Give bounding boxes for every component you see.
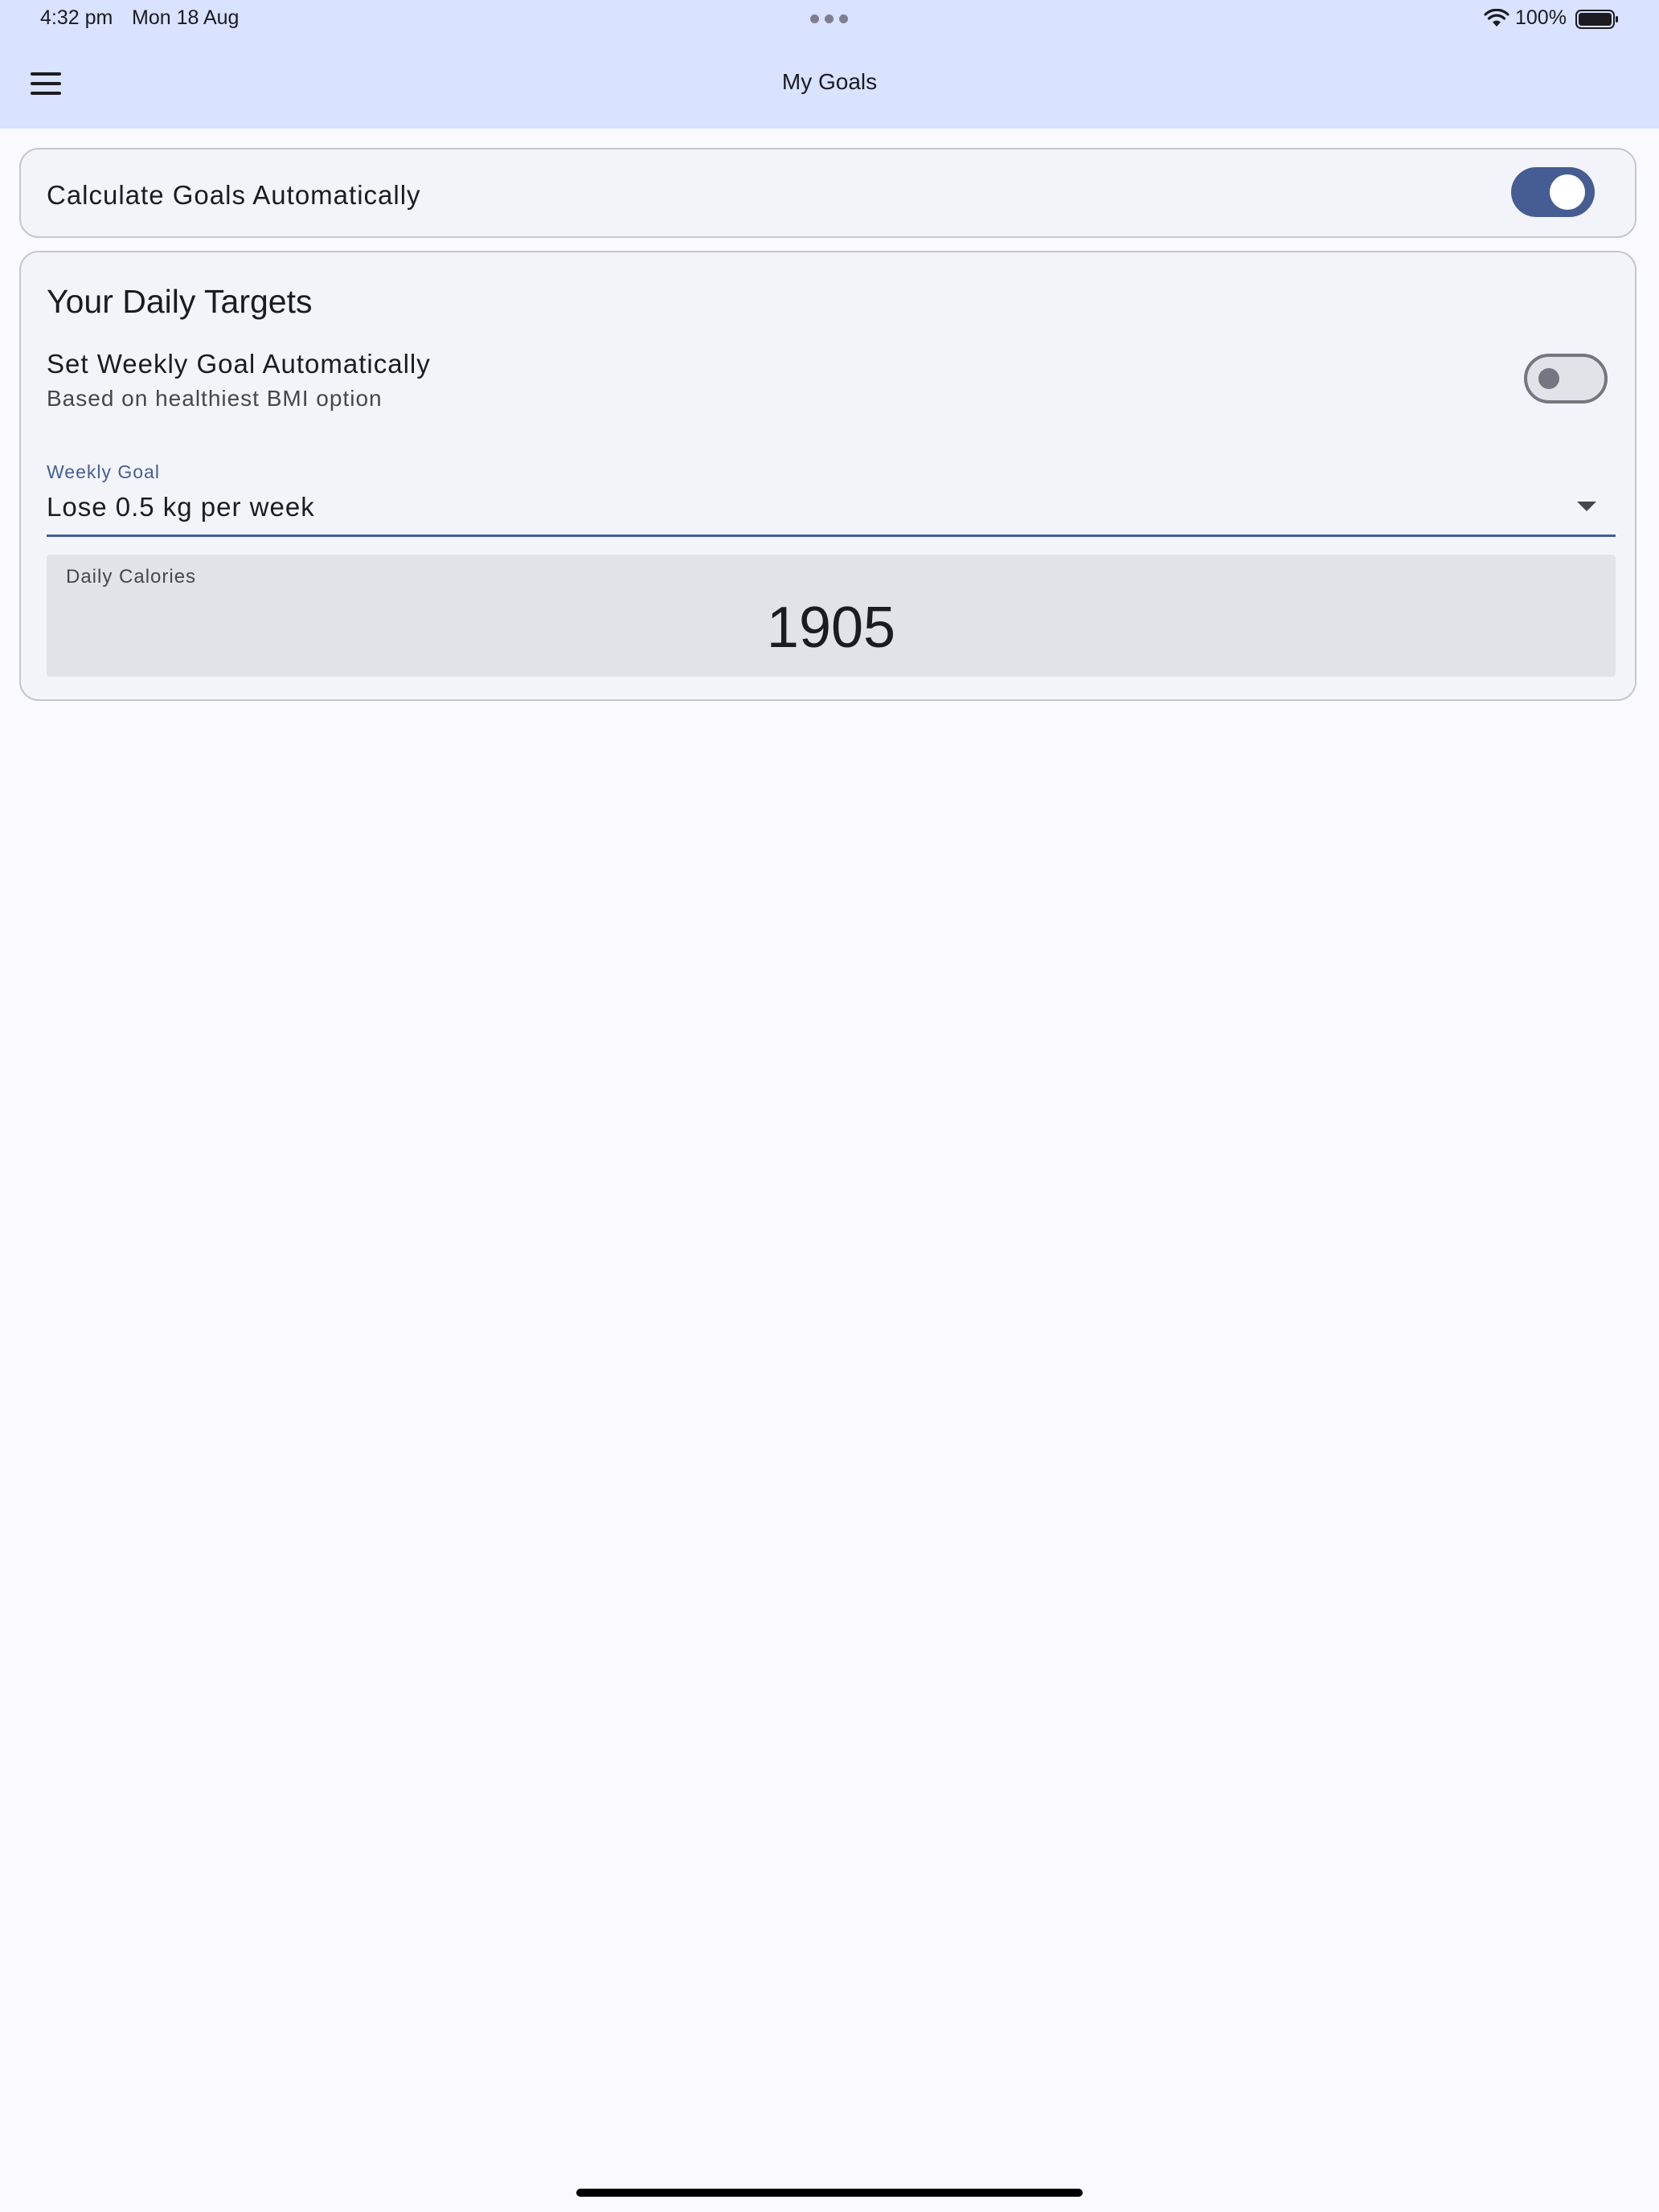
- auto-goals-card: Calculate Goals Automatically: [19, 148, 1636, 238]
- weekly-goal-dropdown[interactable]: Weekly Goal Lose 0.5 kg per week: [47, 445, 1616, 537]
- weekly-auto-toggle[interactable]: [1524, 354, 1608, 403]
- daily-calories-field: Daily Calories 1905: [47, 555, 1616, 677]
- more-dots-icon[interactable]: [810, 14, 849, 24]
- battery-percentage: 100%: [1515, 6, 1567, 29]
- toggle-thumb: [1550, 174, 1585, 210]
- chevron-down-icon: [1577, 502, 1596, 511]
- wifi-icon: [1484, 9, 1509, 27]
- weekly-goal-label: Weekly Goal: [47, 461, 160, 482]
- status-date: Mon 18 Aug: [132, 6, 240, 29]
- status-bar: 4:32 pm Mon 18 Aug 100%: [0, 0, 1659, 39]
- home-indicator[interactable]: [576, 2189, 1083, 2197]
- weekly-auto-label: Set Weekly Goal Automatically: [47, 349, 431, 379]
- page-title: My Goals: [781, 69, 878, 94]
- battery-icon: [1575, 10, 1618, 29]
- auto-goals-toggle[interactable]: [1511, 167, 1595, 217]
- toggle-thumb: [1538, 368, 1559, 389]
- card-title: Your Daily Targets: [47, 283, 313, 320]
- daily-targets-card: Your Daily Targets Set Weekly Goal Autom…: [19, 251, 1636, 701]
- daily-calories-value: 1905: [766, 596, 896, 660]
- weekly-goal-value: Lose 0.5 kg per week: [47, 492, 315, 522]
- auto-goals-label: Calculate Goals Automatically: [47, 180, 421, 210]
- status-time: 4:32 pm: [40, 6, 113, 29]
- app-bar: My Goals: [0, 39, 1659, 129]
- weekly-auto-subtitle: Based on healthiest BMI option: [47, 386, 383, 411]
- daily-calories-label: Daily Calories: [66, 566, 197, 588]
